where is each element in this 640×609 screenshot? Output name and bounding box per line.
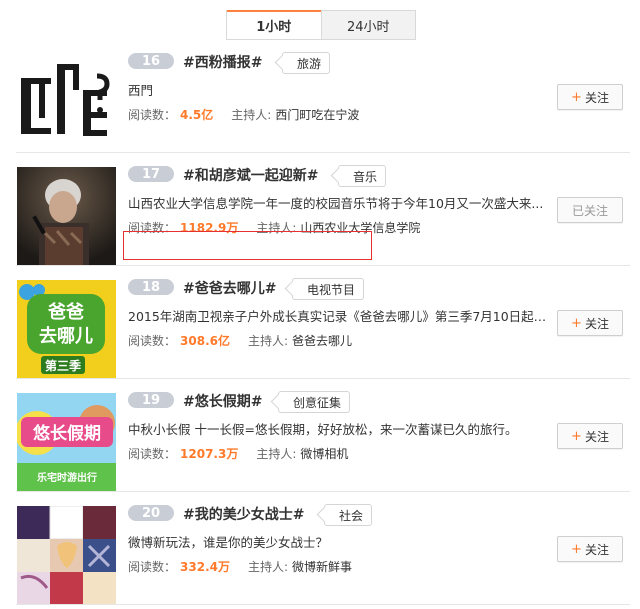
category-tag[interactable]: 社会	[324, 504, 373, 526]
plus-icon: +	[571, 428, 582, 444]
show-logo-icon[interactable]: 爸爸 去哪儿 第三季	[17, 280, 116, 379]
rank-badge: 17	[128, 166, 174, 182]
read-count-label: 阅读数：	[128, 560, 177, 574]
follow-label: 已关注	[571, 203, 608, 218]
ximending-logo-icon[interactable]	[17, 54, 116, 153]
holiday-poster-text-b: 乐宅时游出行	[37, 471, 97, 484]
holiday-poster-graphic: 悠长假期 乐宅时游出行	[17, 393, 116, 492]
host-label: 主持人:	[247, 560, 289, 574]
show-logo-text-c: 第三季	[45, 358, 82, 373]
anime-collage-graphic	[17, 506, 116, 605]
topic-description: 2015年湖南卫视亲子户外成长真实记录《爸爸去哪儿》第三季7月10日起每...	[128, 309, 558, 324]
plus-icon: +	[571, 315, 582, 331]
host-name[interactable]: 西门町吃在宁波	[275, 108, 359, 122]
topic-description: 微博新玩法，谁是你的美少女战士？	[128, 535, 329, 550]
host-label: 主持人:	[231, 108, 272, 122]
topic-meta: 阅读数： 1207.3万 主持人: 微博相机	[128, 445, 348, 462]
holiday-poster-icon[interactable]: 悠长假期 乐宅时游出行	[17, 393, 116, 492]
divider	[16, 604, 630, 605]
read-count: 4.5亿	[180, 108, 214, 122]
topic-description: 山西农业大学信息学院一年一度的校园音乐节将于今年10月又一次盛大来...	[128, 196, 544, 211]
follow-label: 关注	[584, 429, 609, 444]
plus-icon: +	[571, 541, 582, 557]
list-item: 16 #西粉播报# 旅游 西門 阅读数： 4.5亿 主持人: 西门町吃在宁波 + 关注	[0, 40, 640, 153]
holiday-poster-text-a: 悠长假期	[32, 423, 101, 444]
topic-description: 西門	[128, 83, 154, 98]
tab-24-hours[interactable]: 24小时	[320, 11, 416, 39]
host-name[interactable]: 微博相机	[300, 447, 348, 461]
host-label: 主持人:	[247, 334, 289, 348]
list-item: 悠长假期 乐宅时游出行 19 #悠长假期# 创意征集 中秋小长假 十一长假=悠长…	[0, 379, 640, 492]
show-logo-text-a: 爸爸	[47, 301, 84, 323]
topic-title[interactable]: #西粉播报#	[183, 52, 262, 72]
topic-title[interactable]: #爸爸去哪儿#	[183, 278, 276, 298]
singer-photo-graphic	[17, 167, 116, 266]
topic-title[interactable]: #我的美少女战士#	[183, 504, 304, 524]
read-count-label: 阅读数：	[128, 108, 177, 122]
topic-title[interactable]: #悠长假期#	[183, 391, 262, 411]
rank-badge: 16	[128, 53, 174, 69]
show-logo-graphic: 爸爸 去哪儿 第三季	[17, 280, 116, 379]
follow-button[interactable]: + 关注	[557, 84, 623, 110]
follow-button[interactable]: + 关注	[557, 536, 623, 562]
rank-badge: 19	[128, 392, 174, 408]
read-count-label: 阅读数：	[128, 334, 177, 348]
follow-button[interactable]: + 关注	[557, 423, 623, 449]
follow-label: 关注	[584, 316, 609, 331]
singer-photo-icon[interactable]	[17, 167, 116, 266]
read-count: 332.4万	[180, 560, 230, 574]
topic-meta: 阅读数： 332.4万 主持人: 微博新鲜事	[128, 558, 352, 575]
category-tag[interactable]: 旅游	[282, 52, 331, 74]
follow-label: 关注	[584, 542, 609, 557]
rank-badge: 18	[128, 279, 174, 295]
follow-label: 关注	[584, 90, 609, 105]
topic-title[interactable]: #和胡彦斌一起迎新#	[183, 165, 318, 185]
anime-collage-icon[interactable]	[17, 506, 116, 605]
category-tag[interactable]: 音乐	[338, 165, 387, 187]
tab-1-hour[interactable]: 1小时	[227, 10, 321, 39]
host-name[interactable]: 爸爸去哪儿	[292, 334, 352, 348]
read-count-label: 阅读数：	[128, 447, 177, 461]
host-name[interactable]: 微博新鲜事	[292, 560, 352, 574]
show-logo-text-b: 去哪儿	[39, 325, 93, 347]
unfollow-button[interactable]: 已关注	[557, 197, 623, 223]
list-item: 爸爸 去哪儿 第三季 18 #爸爸去哪儿# 电视节目 2015年湖南卫视亲子户外…	[0, 266, 640, 379]
read-count: 1207.3万	[180, 447, 239, 461]
list-item: 20 #我的美少女战士# 社会 微博新玩法，谁是你的美少女战士？ 阅读数： 332…	[0, 492, 640, 605]
host-label: 主持人:	[256, 447, 297, 461]
topic-meta: 阅读数： 308.6亿 主持人: 爸爸去哪儿	[128, 332, 352, 349]
category-tag[interactable]: 创意征集	[278, 391, 351, 413]
rank-badge: 20	[128, 505, 174, 521]
follow-button[interactable]: + 关注	[557, 310, 623, 336]
ximending-logo-graphic	[21, 64, 110, 136]
category-tag[interactable]: 电视节目	[292, 278, 365, 300]
topic-description: 中秋小长假 十一长假=悠长假期，好好放松，来一次蓄谋已久的旅行。	[128, 422, 518, 437]
read-count: 308.6亿	[180, 334, 230, 348]
topic-meta: 阅读数： 4.5亿 主持人: 西门町吃在宁波	[128, 106, 359, 123]
time-range-tabs: 1小时 24小时	[226, 10, 416, 40]
plus-icon: +	[571, 89, 582, 105]
selection-highlight-box	[123, 231, 372, 260]
